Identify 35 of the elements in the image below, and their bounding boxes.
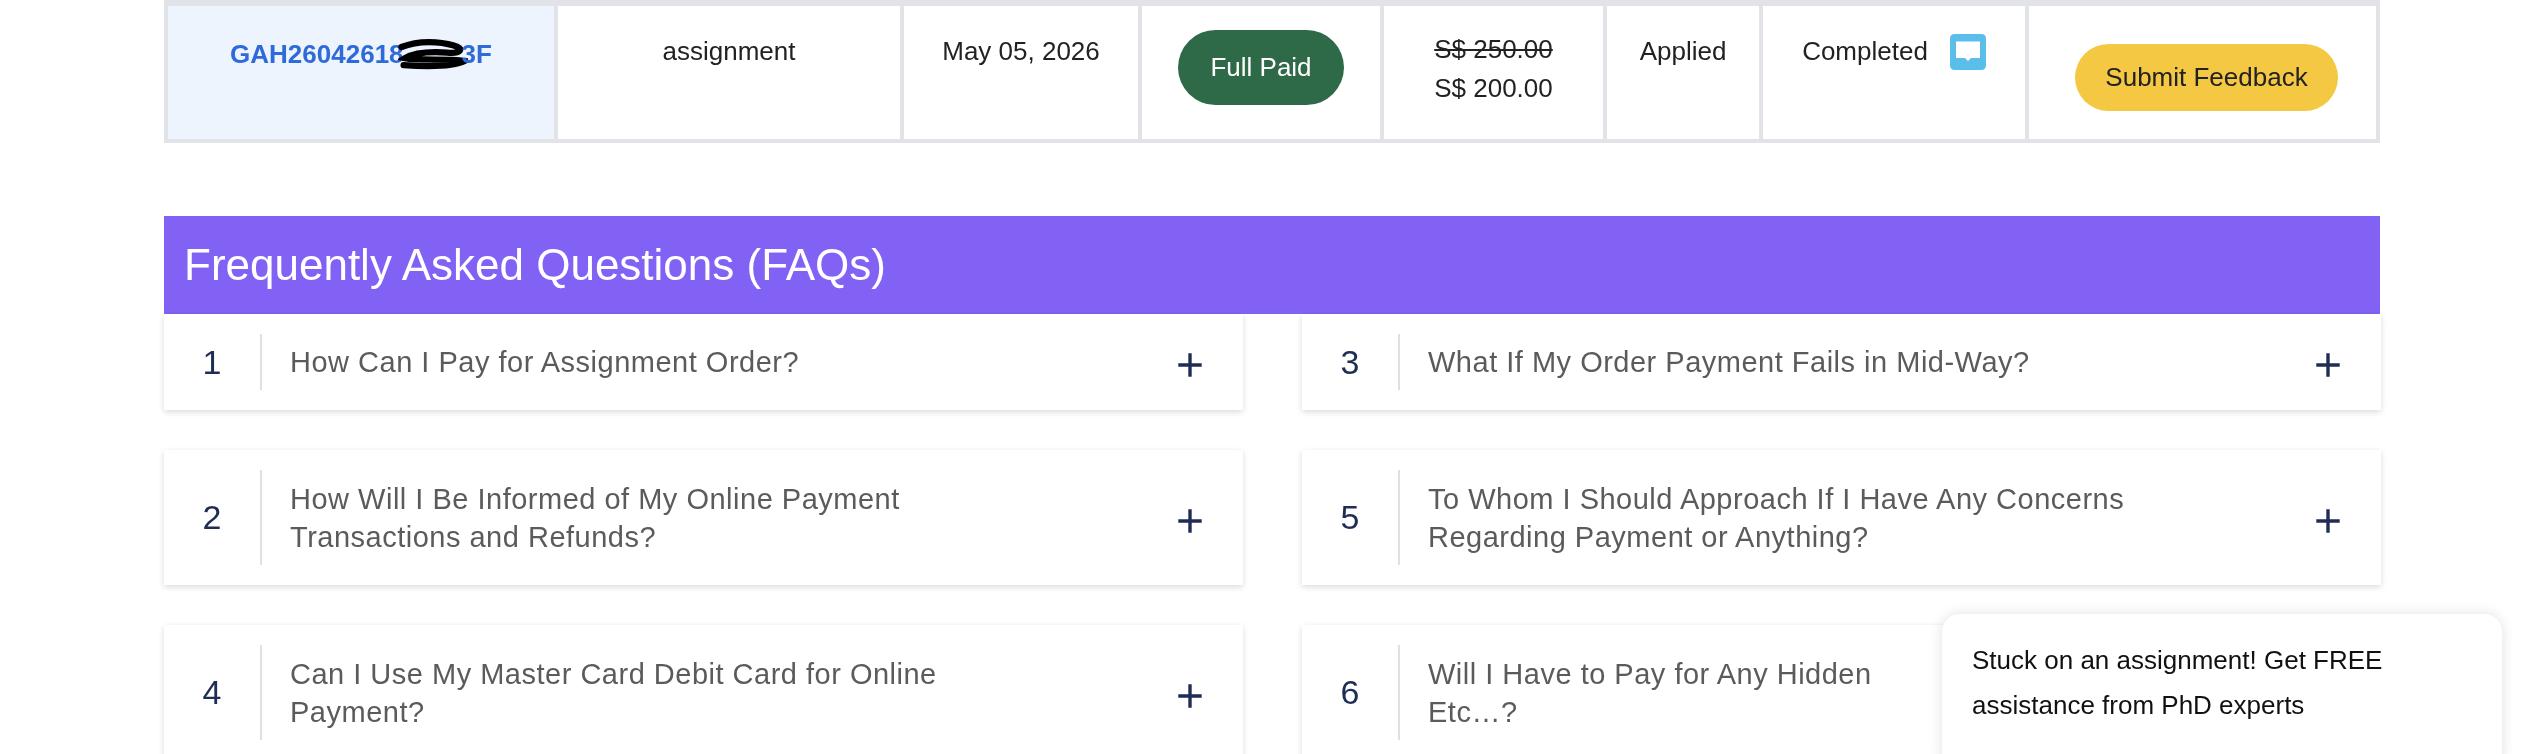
faq-number: 5 (1339, 498, 1361, 537)
faq-number: 6 (1339, 673, 1361, 712)
price-text: S$ 200.00 (1434, 73, 1553, 104)
faq-question: To Whom I Should Approach If I Have Any Concerns Regarding Payment or Anything? (1428, 481, 2125, 555)
order-id-link[interactable]: 3F (461, 38, 492, 70)
faq-item[interactable]: 5 To Whom I Should Approach If I Have Any Concerns Regarding Payment or Anything? (1302, 450, 2381, 585)
plus-icon[interactable] (2315, 352, 2341, 378)
payment-status-badge: Full Paid (1178, 30, 1344, 105)
order-id-link[interactable]: GAH26042618 (230, 38, 404, 70)
faq-question: Will I Have to Pay for Any Hidden Etc…? (1428, 656, 1872, 730)
faq-title: Frequently Asked Questions (FAQs) (184, 240, 886, 290)
plus-icon[interactable] (1177, 507, 1203, 534)
faq-question: How Can I Pay for Assignment Order? (290, 345, 800, 380)
faq-number: 3 (1339, 342, 1361, 382)
faq-question: Can I Use My Master Card Debit Card for Online Payment? (290, 656, 937, 730)
coupon-text: Applied (1639, 36, 1727, 67)
plus-icon[interactable] (1177, 682, 1203, 709)
status-text: Completed (1802, 36, 1928, 67)
date-text: May 05, 2026 (942, 36, 1100, 67)
faq-number: 4 (201, 673, 223, 712)
chat-popup[interactable]: Stuck on an assignment! Get FREE assistance from PhD experts (1942, 614, 2502, 754)
old-price: S$ 250.00 (1434, 34, 1553, 65)
service-text: assignment (662, 36, 796, 67)
faq-number: 2 (201, 498, 223, 537)
popup-text: Stuck on an assignment! Get FREE assistance from PhD experts (1972, 644, 2384, 722)
faq-item[interactable]: 2 How Will I Be Informed of My Online Payment Transactions and Refunds? (164, 450, 1243, 585)
submit-feedback-button[interactable]: Submit Feedback (2075, 44, 2338, 111)
faq-item[interactable]: 4 Can I Use My Master Card Debit Card for Online Payment? (164, 625, 1243, 754)
faq-item[interactable]: 3 What If My Order Payment Fails in Mid-Way? (1302, 314, 2381, 410)
plus-icon[interactable] (2315, 507, 2341, 534)
faq-question: What If My Order Payment Fails in Mid-Way? (1428, 345, 2030, 380)
faq-number: 1 (201, 342, 223, 382)
plus-icon[interactable] (1177, 352, 1203, 378)
faq-question: How Will I Be Informed of My Online Payment Transactions and Refunds? (290, 481, 900, 555)
faq-item[interactable]: 1 How Can I Pay for Assignment Order? (164, 314, 1243, 410)
